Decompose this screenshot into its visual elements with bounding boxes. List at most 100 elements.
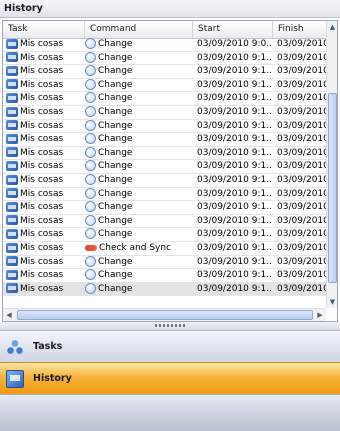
command-cell: Change — [85, 65, 191, 78]
task-icon — [6, 106, 18, 117]
task-icon — [6, 133, 18, 144]
start-cell: 03/09/2010 9:1... — [197, 66, 272, 77]
table-row[interactable]: Mis cosas Change 03/09/2010 9:1... 03/09/20… — [3, 51, 326, 66]
command-name: Change — [98, 215, 133, 226]
start-cell: 03/09/2010 9:1... — [197, 215, 272, 226]
table-row[interactable]: Mis cosas Change 03/09/2010 9:1... 03/09/20… — [3, 160, 326, 174]
horizontal-scrollbar[interactable]: ◀ ▶ — [3, 308, 326, 321]
task-icon — [6, 242, 18, 253]
command-name: Check and Sync — [99, 243, 172, 253]
command-name: Change — [98, 188, 133, 199]
table-row[interactable]: Mis cosas Change 03/09/2010 9:1... 03/09/20… — [3, 106, 326, 120]
table-row[interactable]: Mis cosas Change 03/09/2010 9:1... 03/09/20… — [3, 214, 326, 229]
task-cell: Mis cosas — [6, 174, 82, 187]
task-name: Mis cosas — [20, 256, 64, 267]
table-row[interactable]: Mis cosas Change 03/09/2010 9:1... 03/09/20… — [3, 201, 326, 215]
start-cell: 03/09/2010 9:1... — [197, 256, 272, 267]
scroll-left-icon[interactable]: ◀ — [3, 309, 15, 321]
grid-header: Task Command Start Finish — [3, 21, 326, 39]
history-grid[interactable]: Task Command Start Finish Mis cosas Chang… — [2, 20, 338, 322]
table-row[interactable]: Mis cosas Change 03/09/2010 9:1... 03/09/20… — [3, 92, 326, 106]
finish-cell: 03/09/2010 — [277, 243, 326, 253]
change-icon — [85, 201, 96, 213]
change-icon — [85, 255, 96, 267]
command-name: Change — [98, 107, 133, 117]
change-icon — [85, 214, 96, 226]
change-icon — [85, 187, 96, 199]
navigation-footer — [0, 394, 340, 431]
table-row[interactable]: Mis cosas Change 03/09/2010 9:1... 03/09/20… — [3, 228, 326, 242]
task-icon — [6, 174, 18, 185]
table-row[interactable]: Mis cosas Change 03/09/2010 9:1... 03/09/20… — [3, 78, 326, 93]
scroll-right-icon[interactable]: ▶ — [314, 309, 326, 321]
table-row[interactable]: Mis cosas Change 03/09/2010 9:1... 03/09/20… — [3, 146, 326, 161]
command-name: Change — [98, 202, 133, 213]
change-icon — [85, 269, 96, 281]
scroll-up-icon[interactable]: ▲ — [327, 21, 337, 33]
task-cell: Mis cosas — [6, 269, 82, 282]
task-name: Mis cosas — [20, 93, 64, 104]
start-cell: 03/09/2010 9:1... — [197, 175, 272, 185]
change-icon — [85, 106, 96, 117]
table-row[interactable]: Mis cosas Change 03/09/2010 9:1... 03/09/20… — [3, 255, 326, 270]
task-icon — [6, 283, 18, 294]
task-cell: Mis cosas — [6, 242, 82, 255]
vertical-scroll-thumb[interactable] — [328, 93, 337, 283]
nav-tasks[interactable]: Tasks — [0, 330, 340, 362]
change-icon — [85, 78, 96, 90]
task-icon — [6, 92, 18, 103]
table-row[interactable]: Mis cosas Change 03/09/2010 9:1... 03/09/20… — [3, 65, 326, 79]
grid-rows: Mis cosas Change 03/09/2010 9:0... 03/09/20… — [3, 38, 326, 308]
command-cell: Change — [85, 174, 191, 187]
command-name: Change — [98, 229, 133, 240]
change-icon — [85, 92, 96, 104]
table-row[interactable]: Mis cosas Change 03/09/2010 9:1... 03/09/20… — [3, 133, 326, 147]
finish-cell: 03/09/2010 — [277, 107, 326, 117]
table-row[interactable]: Mis cosas Change 03/09/2010 9:1... 03/09/20… — [3, 187, 326, 202]
table-row[interactable]: Mis cosas Change 03/09/2010 9:1... 03/09/20… — [3, 282, 326, 297]
command-name: Change — [98, 175, 133, 185]
column-header-finish[interactable]: Finish — [273, 21, 326, 38]
panel-splitter[interactable] — [0, 322, 340, 330]
change-icon — [85, 160, 96, 172]
command-cell: Change — [85, 201, 191, 214]
table-row[interactable]: Mis cosas Change 03/09/2010 9:1... 03/09/20… — [3, 269, 326, 283]
horizontal-scroll-thumb[interactable] — [17, 310, 313, 320]
task-name: Mis cosas — [20, 39, 64, 49]
finish-cell: 03/09/2010 — [277, 175, 326, 185]
task-name: Mis cosas — [20, 147, 64, 158]
change-icon — [85, 38, 96, 49]
command-name: Change — [98, 256, 133, 267]
table-row[interactable]: Mis cosas Check and Sync 03/09/2010 9:1...… — [3, 242, 326, 256]
table-row[interactable]: Mis cosas Change 03/09/2010 9:1... 03/09/20… — [3, 119, 326, 134]
splitter-grip-icon[interactable] — [155, 324, 185, 327]
vertical-scrollbar[interactable]: ▲ ▼ — [326, 21, 337, 308]
scroll-down-icon[interactable]: ▼ — [327, 296, 337, 308]
task-cell: Mis cosas — [6, 147, 82, 160]
task-cell: Mis cosas — [6, 228, 82, 241]
start-cell: 03/09/2010 9:1... — [197, 270, 272, 281]
command-name: Change — [98, 79, 133, 90]
command-name: Change — [98, 39, 133, 49]
table-row[interactable]: Mis cosas Change 03/09/2010 9:1... 03/09/20… — [3, 174, 326, 188]
change-icon — [85, 228, 96, 240]
command-name: Change — [98, 134, 133, 145]
start-cell: 03/09/2010 9:1... — [197, 93, 272, 104]
task-name: Mis cosas — [20, 134, 64, 145]
task-name: Mis cosas — [20, 161, 64, 172]
task-icon — [6, 269, 18, 280]
command-cell: Change — [85, 78, 191, 92]
start-cell: 03/09/2010 9:1... — [197, 243, 272, 253]
column-header-command[interactable]: Command — [85, 21, 193, 38]
command-cell: Change — [85, 269, 191, 282]
command-cell: Change — [85, 38, 191, 51]
task-cell: Mis cosas — [6, 38, 82, 51]
nav-history[interactable]: History — [0, 362, 340, 394]
table-row[interactable]: Mis cosas Change 03/09/2010 9:0... 03/09/20… — [3, 38, 326, 52]
task-cell: Mis cosas — [6, 65, 82, 78]
task-icon — [6, 256, 18, 267]
column-header-start[interactable]: Start — [193, 21, 273, 38]
column-header-task[interactable]: Task — [3, 21, 85, 38]
task-icon — [6, 188, 18, 199]
change-icon — [85, 65, 96, 77]
